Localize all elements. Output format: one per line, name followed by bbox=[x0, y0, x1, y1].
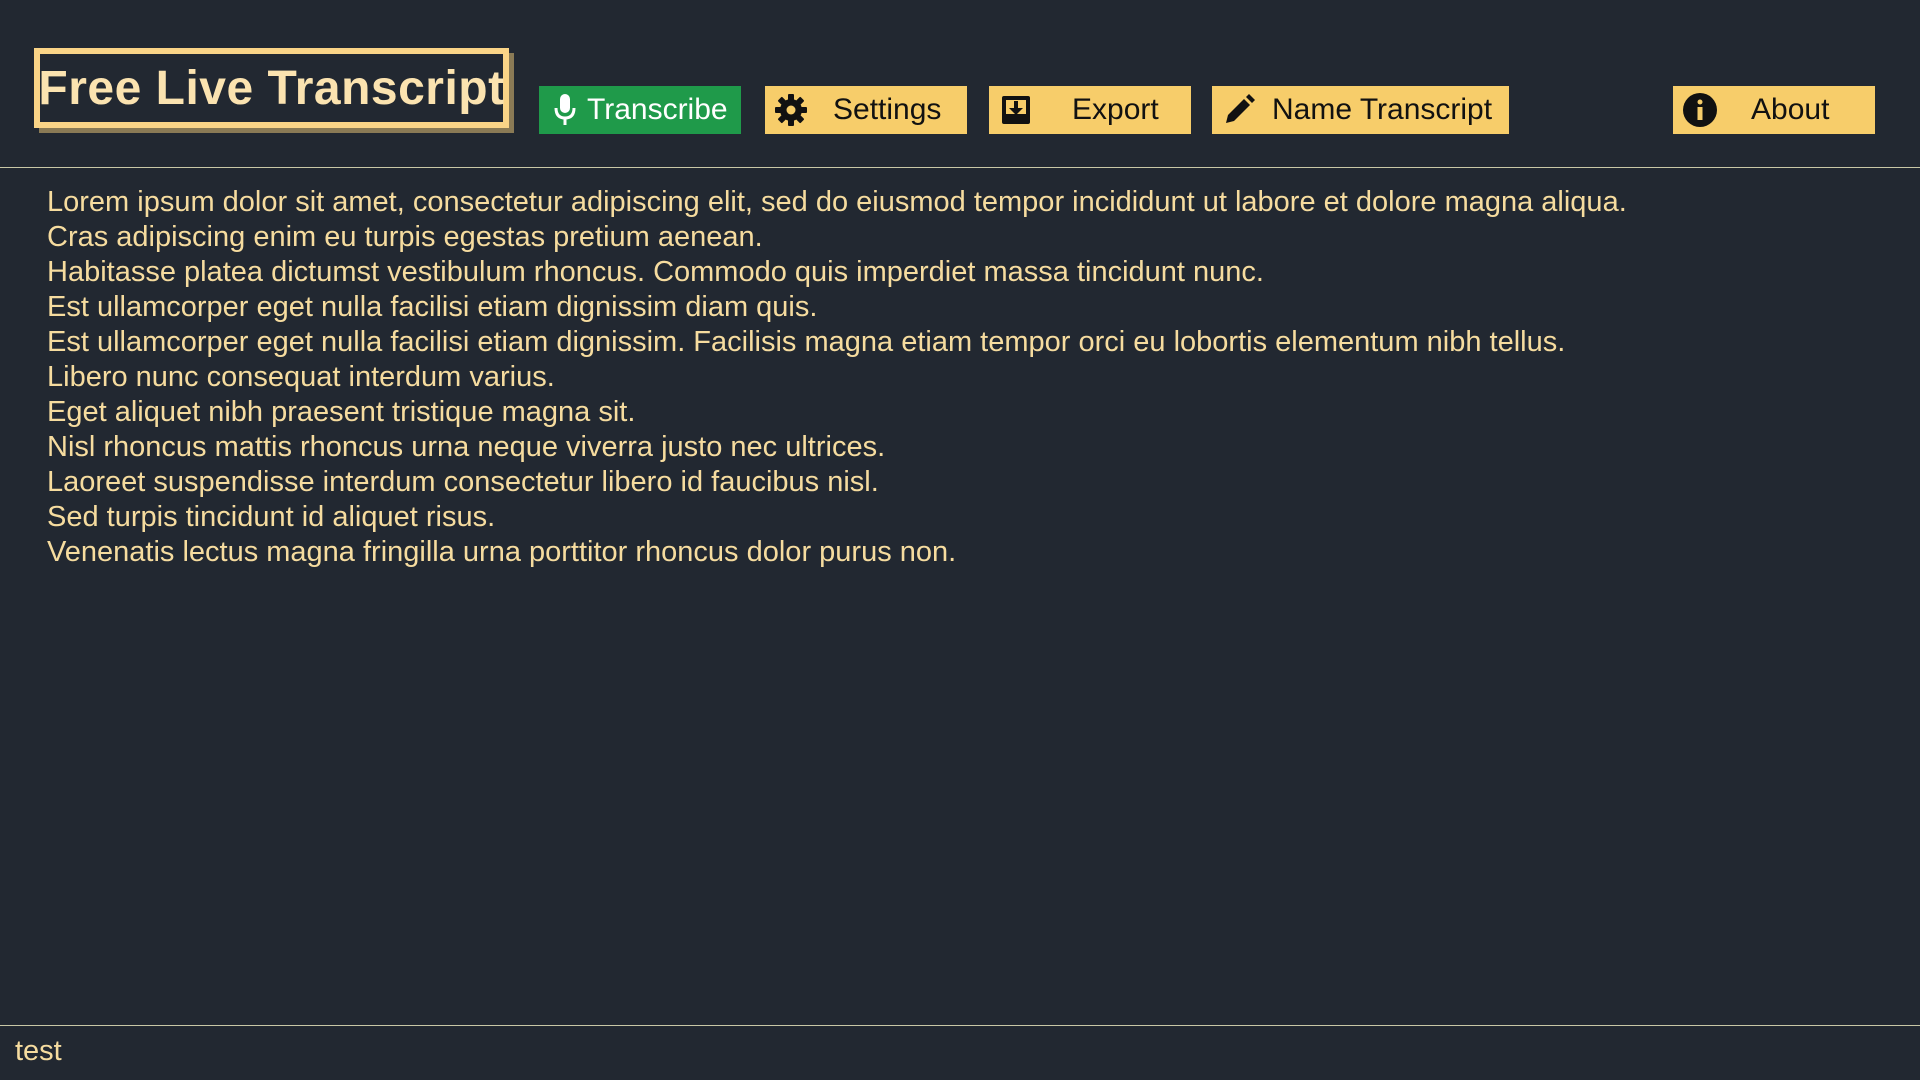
settings-button-label: Settings bbox=[833, 93, 942, 126]
transcript-line: Sed turpis tincidunt id aliquet risus. bbox=[47, 501, 496, 533]
transcribe-button-label: Transcribe bbox=[587, 93, 728, 126]
transcript-line: Laoreet suspendisse interdum consectetur… bbox=[47, 466, 879, 498]
transcript-text-area: Lorem ipsum dolor sit amet, consectetur … bbox=[47, 185, 1877, 570]
name-transcript-button-label: Name Transcript bbox=[1272, 93, 1493, 126]
app-window: Free Live Transcript Transcribe Settings… bbox=[0, 0, 1920, 1080]
info-icon bbox=[1681, 91, 1719, 129]
transcript-line: Est ullamcorper eget nulla facilisi etia… bbox=[47, 291, 818, 323]
settings-button[interactable]: Settings bbox=[765, 86, 967, 134]
name-transcript-button[interactable]: Name Transcript bbox=[1212, 86, 1509, 134]
transcript-line: Est ullamcorper eget nulla facilisi etia… bbox=[47, 326, 1566, 358]
transcript-line: Lorem ipsum dolor sit amet, consectetur … bbox=[47, 186, 1627, 218]
footer-bar: test bbox=[0, 1025, 1920, 1080]
transcript-line: Eget aliquet nibh praesent tristique mag… bbox=[47, 396, 636, 428]
export-button[interactable]: Export bbox=[989, 86, 1191, 134]
gear-icon bbox=[773, 92, 809, 128]
pencil-icon bbox=[1222, 93, 1256, 127]
footer-status-text: test bbox=[15, 1035, 62, 1067]
about-button[interactable]: About bbox=[1673, 86, 1875, 134]
transcript-line: Nisl rhoncus mattis rhoncus urna neque v… bbox=[47, 431, 886, 463]
transcript-line: Libero nunc consequat interdum varius. bbox=[47, 361, 555, 393]
transcript-line: Habitasse platea dictumst vestibulum rho… bbox=[47, 256, 1264, 288]
app-title: Free Live Transcript bbox=[34, 48, 509, 128]
download-box-icon bbox=[999, 93, 1033, 127]
microphone-icon bbox=[551, 91, 579, 129]
about-button-label: About bbox=[1751, 93, 1830, 126]
transcript-line: Cras adipiscing enim eu turpis egestas p… bbox=[47, 221, 763, 253]
transcript-line: Venenatis lectus magna fringilla urna po… bbox=[47, 536, 957, 568]
header-bar: Free Live Transcript Transcribe Settings… bbox=[0, 0, 1920, 168]
transcribe-button[interactable]: Transcribe bbox=[539, 86, 741, 134]
export-button-label: Export bbox=[1072, 93, 1159, 126]
